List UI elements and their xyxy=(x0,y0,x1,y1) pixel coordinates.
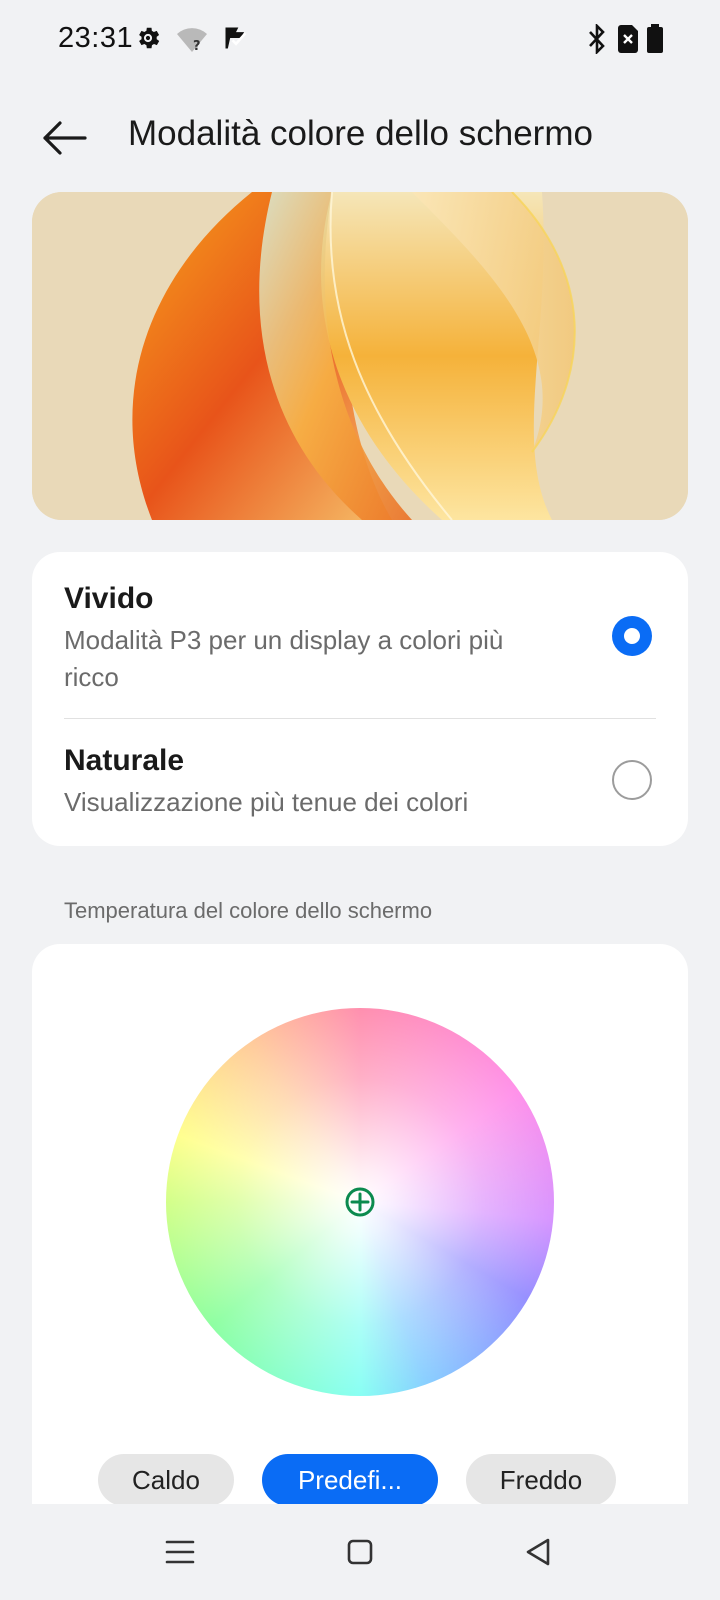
navigation-bar xyxy=(0,1504,720,1600)
option-vivido[interactable]: Vivido Modalità P3 per un display a colo… xyxy=(64,582,656,696)
app-bar: Modalità colore dello schermo xyxy=(0,96,720,176)
crosshair-icon[interactable] xyxy=(342,1184,378,1220)
sim-none-icon xyxy=(616,24,640,59)
arrow-left-icon xyxy=(43,121,87,155)
recents-button[interactable] xyxy=(160,1532,200,1572)
radio-vivido[interactable] xyxy=(612,616,652,656)
wifi-unknown-icon: ? xyxy=(176,26,208,59)
home-button[interactable] xyxy=(340,1532,380,1572)
back-button[interactable] xyxy=(36,110,92,166)
status-time: 23:31 xyxy=(58,22,134,54)
gear-icon xyxy=(134,24,162,57)
divider xyxy=(64,718,656,719)
option-description: Visualizzazione più tenue dei colori xyxy=(64,787,469,817)
option-naturale[interactable]: Naturale Visualizzazione più tenue dei c… xyxy=(64,744,656,821)
preview-image xyxy=(32,192,688,520)
page-title: Modalità colore dello schermo xyxy=(128,114,593,153)
menu-icon xyxy=(165,1540,195,1564)
option-description: Modalità P3 per un display a colori più … xyxy=(64,625,504,692)
color-mode-card: Vivido Modalità P3 per un display a colo… xyxy=(32,552,688,846)
preset-caldo-button[interactable]: Caldo xyxy=(98,1454,234,1506)
checkmark-flag-icon xyxy=(222,24,250,57)
status-bar: 23:31 ? xyxy=(0,0,720,80)
preset-freddo-button[interactable]: Freddo xyxy=(466,1454,616,1506)
svg-text:?: ? xyxy=(193,39,201,54)
option-title: Vivido xyxy=(64,582,154,615)
section-label: Temperatura del colore dello schermo xyxy=(64,898,433,923)
preset-predefinito-button[interactable]: Predefi... xyxy=(262,1454,438,1506)
color-wheel[interactable] xyxy=(166,1008,554,1396)
bluetooth-icon xyxy=(586,22,608,59)
color-temperature-card: Caldo Predefi... Freddo xyxy=(32,944,688,1506)
radio-naturale[interactable] xyxy=(612,760,652,800)
battery-icon xyxy=(646,24,664,59)
back-triangle-icon xyxy=(526,1538,550,1566)
nav-back-button[interactable] xyxy=(518,1532,558,1572)
option-title: Naturale xyxy=(64,744,185,777)
home-icon xyxy=(347,1539,373,1565)
